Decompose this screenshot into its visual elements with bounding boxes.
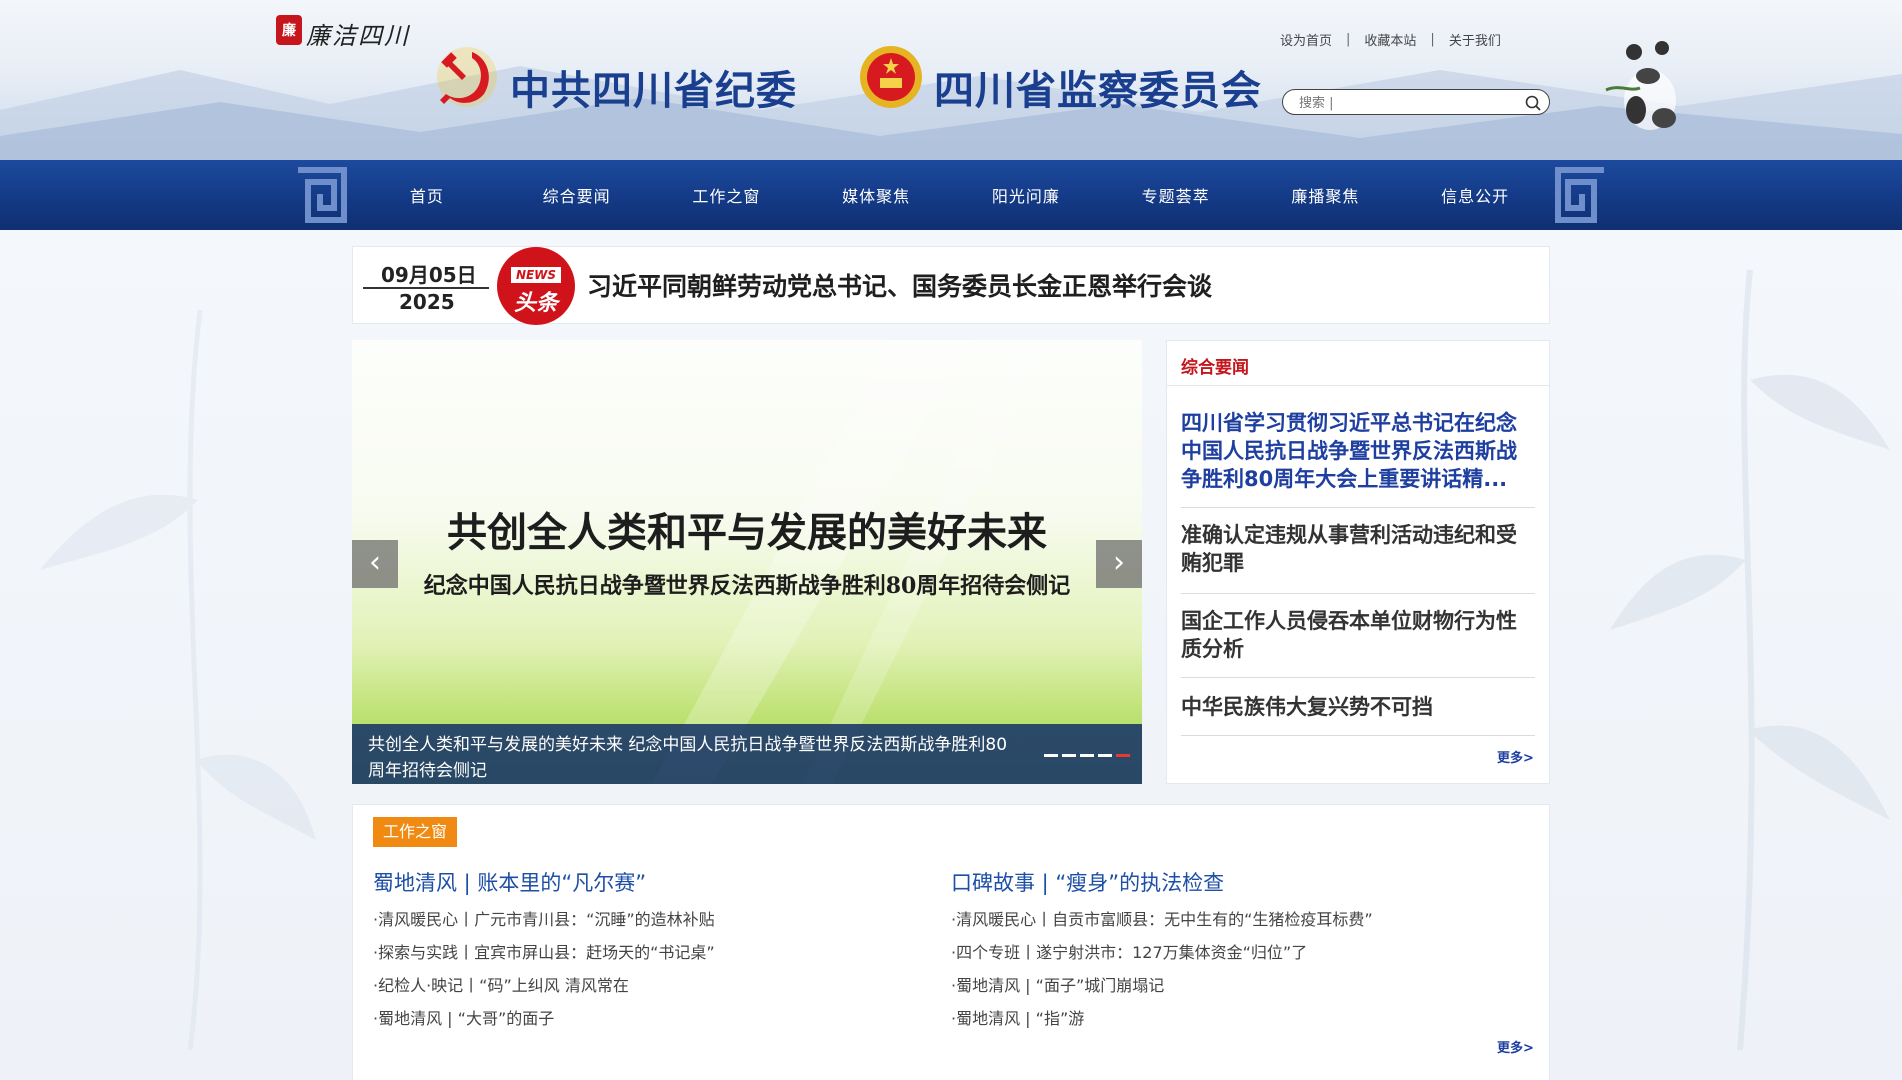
nav-item-media[interactable]: 媒体聚焦 bbox=[801, 160, 951, 230]
nav-item-home[interactable]: 首页 bbox=[352, 160, 502, 230]
headline-bar: 09月05日 2025 NEWS 头条 习近平同朝鲜劳动党总书记、国务委员长金正… bbox=[352, 246, 1550, 325]
carousel-dot[interactable] bbox=[1062, 754, 1076, 757]
panel-more-link[interactable]: 更多> bbox=[1497, 747, 1534, 766]
news-panel: 综合要闻 四川省学习贯彻习近平总书记在纪念中国人民抗日战争暨世界反法西斯战争胜利… bbox=[1166, 340, 1550, 784]
left-column-title[interactable]: 蜀地清风 | 账本里的“凡尔赛” bbox=[373, 867, 646, 897]
carousel-indicators bbox=[1044, 754, 1130, 757]
panel-title[interactable]: 综合要闻 bbox=[1181, 353, 1249, 378]
bookmark-site-link[interactable]: 收藏本站 bbox=[1364, 30, 1416, 49]
carousel-prev-button[interactable]: ‹ bbox=[352, 540, 398, 588]
nav-item-topics[interactable]: 专题荟萃 bbox=[1101, 160, 1251, 230]
set-homepage-link[interactable]: 设为首页 bbox=[1280, 30, 1332, 49]
headline-badge-label: 头条 bbox=[513, 291, 558, 316]
divider bbox=[1181, 593, 1535, 594]
list-item[interactable]: ·清风暖民心丨广元市青川县：“沉睡”的造林补贴 bbox=[373, 903, 715, 936]
work-window-tag[interactable]: 工作之窗 bbox=[373, 817, 458, 847]
panel-news-item[interactable]: 中华民族伟大复兴势不可挡 bbox=[1181, 693, 1535, 721]
panel-header: 综合要闻 bbox=[1167, 341, 1549, 386]
list-item[interactable]: ·蜀地清风 | “面子”城门崩塌记 bbox=[951, 969, 1373, 1002]
slide-subtitle: 纪念中国人民抗日战争暨世界反法西斯战争胜利80周年招待会侧记 bbox=[423, 573, 1071, 599]
list-item[interactable]: ·四个专班丨遂宁射洪市：127万集体资金“归位”了 bbox=[951, 936, 1373, 969]
nav-item-broadcast[interactable]: 廉播聚焦 bbox=[1251, 160, 1401, 230]
headline-year: 2025 bbox=[399, 290, 455, 314]
search-input[interactable] bbox=[1297, 93, 1521, 113]
nav-item-sunshine-inquiry[interactable]: 阳光问廉 bbox=[951, 160, 1101, 230]
title-supervisory-commission: 四川省监察委员会 bbox=[934, 68, 1262, 114]
list-item[interactable]: ·蜀地清风 | “大哥”的面子 bbox=[373, 1002, 715, 1035]
list-item[interactable]: ·清风暖民心丨自贡市富顺县：无中生有的“生猪检疫耳标费” bbox=[951, 903, 1373, 936]
carousel-dot[interactable] bbox=[1080, 754, 1094, 757]
work-window-section: 工作之窗 蜀地清风 | 账本里的“凡尔赛” ·清风暖民心丨广元市青川县：“沉睡”… bbox=[352, 804, 1550, 1080]
divider bbox=[1181, 677, 1535, 678]
divider bbox=[1181, 735, 1535, 736]
nav-item-info-disclosure[interactable]: 信息公开 bbox=[1400, 160, 1550, 230]
carousel-light-rays-decoration bbox=[652, 340, 1052, 784]
panda-ink-decoration-icon bbox=[1605, 41, 1676, 130]
left-article-list: ·清风暖民心丨广元市青川县：“沉睡”的造林补贴 ·探索与实践丨宜宾市屏山县：赶场… bbox=[373, 903, 715, 1035]
bamboo-decoration-right bbox=[1610, 269, 1890, 1051]
separator: | bbox=[1430, 32, 1435, 47]
news-headline-badge: NEWS 头条 bbox=[497, 247, 575, 325]
list-item[interactable]: ·探索与实践丨宜宾市屏山县：赶场天的“书记桌” bbox=[373, 936, 715, 969]
brand-logo-text[interactable]: 廉洁四川 bbox=[306, 16, 410, 51]
search-box bbox=[1282, 89, 1550, 115]
bamboo-decoration-left bbox=[40, 309, 316, 1051]
carousel-caption[interactable]: 共创全人类和平与发展的美好未来 纪念中国人民抗日战争暨世界反法西斯战争胜利80周… bbox=[368, 732, 1008, 784]
nav-menu: 首页 综合要闻 工作之窗 媒体聚焦 阳光问廉 专题荟萃 廉播聚焦 信息公开 bbox=[352, 160, 1550, 230]
brand-seal-icon: 廉 bbox=[276, 15, 302, 45]
nav-ornament-left-icon bbox=[298, 167, 347, 223]
national-emblem-icon bbox=[860, 46, 922, 108]
date-divider bbox=[363, 287, 489, 289]
carousel-next-button[interactable]: › bbox=[1096, 540, 1142, 588]
main-navigation: 首页 综合要闻 工作之窗 媒体聚焦 阳光问廉 专题荟萃 廉播聚焦 信息公开 bbox=[0, 160, 1902, 230]
list-item[interactable]: ·蜀地清风 | “指”游 bbox=[951, 1002, 1373, 1035]
divider bbox=[1181, 507, 1535, 508]
right-column-title[interactable]: 口碑故事 | “瘦身”的执法检查 bbox=[951, 867, 1224, 897]
search-icon[interactable] bbox=[1524, 94, 1542, 112]
nav-item-work-window[interactable]: 工作之窗 bbox=[652, 160, 802, 230]
panel-lead-article[interactable]: 四川省学习贯彻习近平总书记在纪念中国人民抗日战争暨世界反法西斯战争胜利80周年大… bbox=[1181, 409, 1535, 493]
site-header: 廉 廉洁四川 中共四川省纪委 四川省监察委员会 设为首页 | 收藏本站 | 关于… bbox=[0, 0, 1902, 160]
list-item[interactable]: ·纪检人·映记丨“码”上纠风 清风常在 bbox=[373, 969, 715, 1002]
carousel-dot[interactable] bbox=[1098, 754, 1112, 757]
about-us-link[interactable]: 关于我们 bbox=[1449, 30, 1501, 49]
headline-title-link[interactable]: 习近平同朝鲜劳动党总书记、国务委员长金正恩举行会谈 bbox=[587, 267, 1212, 303]
slide-title[interactable]: 共创全人类和平与发展的美好未来 bbox=[352, 500, 1142, 558]
nav-item-news[interactable]: 综合要闻 bbox=[502, 160, 652, 230]
headline-date: 09月05日 bbox=[381, 263, 477, 287]
right-article-list: ·清风暖民心丨自贡市富顺县：无中生有的“生猪检疫耳标费” ·四个专班丨遂宁射洪市… bbox=[951, 903, 1373, 1035]
panel-news-item[interactable]: 准确认定违规从事营利活动违纪和受贿犯罪 bbox=[1181, 521, 1535, 577]
party-emblem-icon bbox=[437, 47, 497, 107]
carousel-dot[interactable] bbox=[1044, 754, 1058, 757]
image-carousel: 共创全人类和平与发展的美好未来 纪念中国人民抗日战争暨世界反法西斯战争胜利80周… bbox=[352, 340, 1142, 784]
news-badge-label: NEWS bbox=[511, 267, 561, 283]
top-links: 设为首页 | 收藏本站 | 关于我们 bbox=[1280, 30, 1501, 49]
separator: | bbox=[1346, 32, 1351, 47]
carousel-caption-bar: 共创全人类和平与发展的美好未来 纪念中国人民抗日战争暨世界反法西斯战争胜利80周… bbox=[352, 724, 1142, 784]
carousel-dot[interactable] bbox=[1116, 754, 1130, 757]
nav-ornament-right-icon bbox=[1555, 167, 1604, 223]
work-window-more-link[interactable]: 更多> bbox=[1497, 1037, 1534, 1056]
panel-news-item[interactable]: 国企工作人员侵吞本单位财物行为性质分析 bbox=[1181, 607, 1535, 663]
title-provincial-commission: 中共四川省纪委 bbox=[510, 68, 797, 114]
